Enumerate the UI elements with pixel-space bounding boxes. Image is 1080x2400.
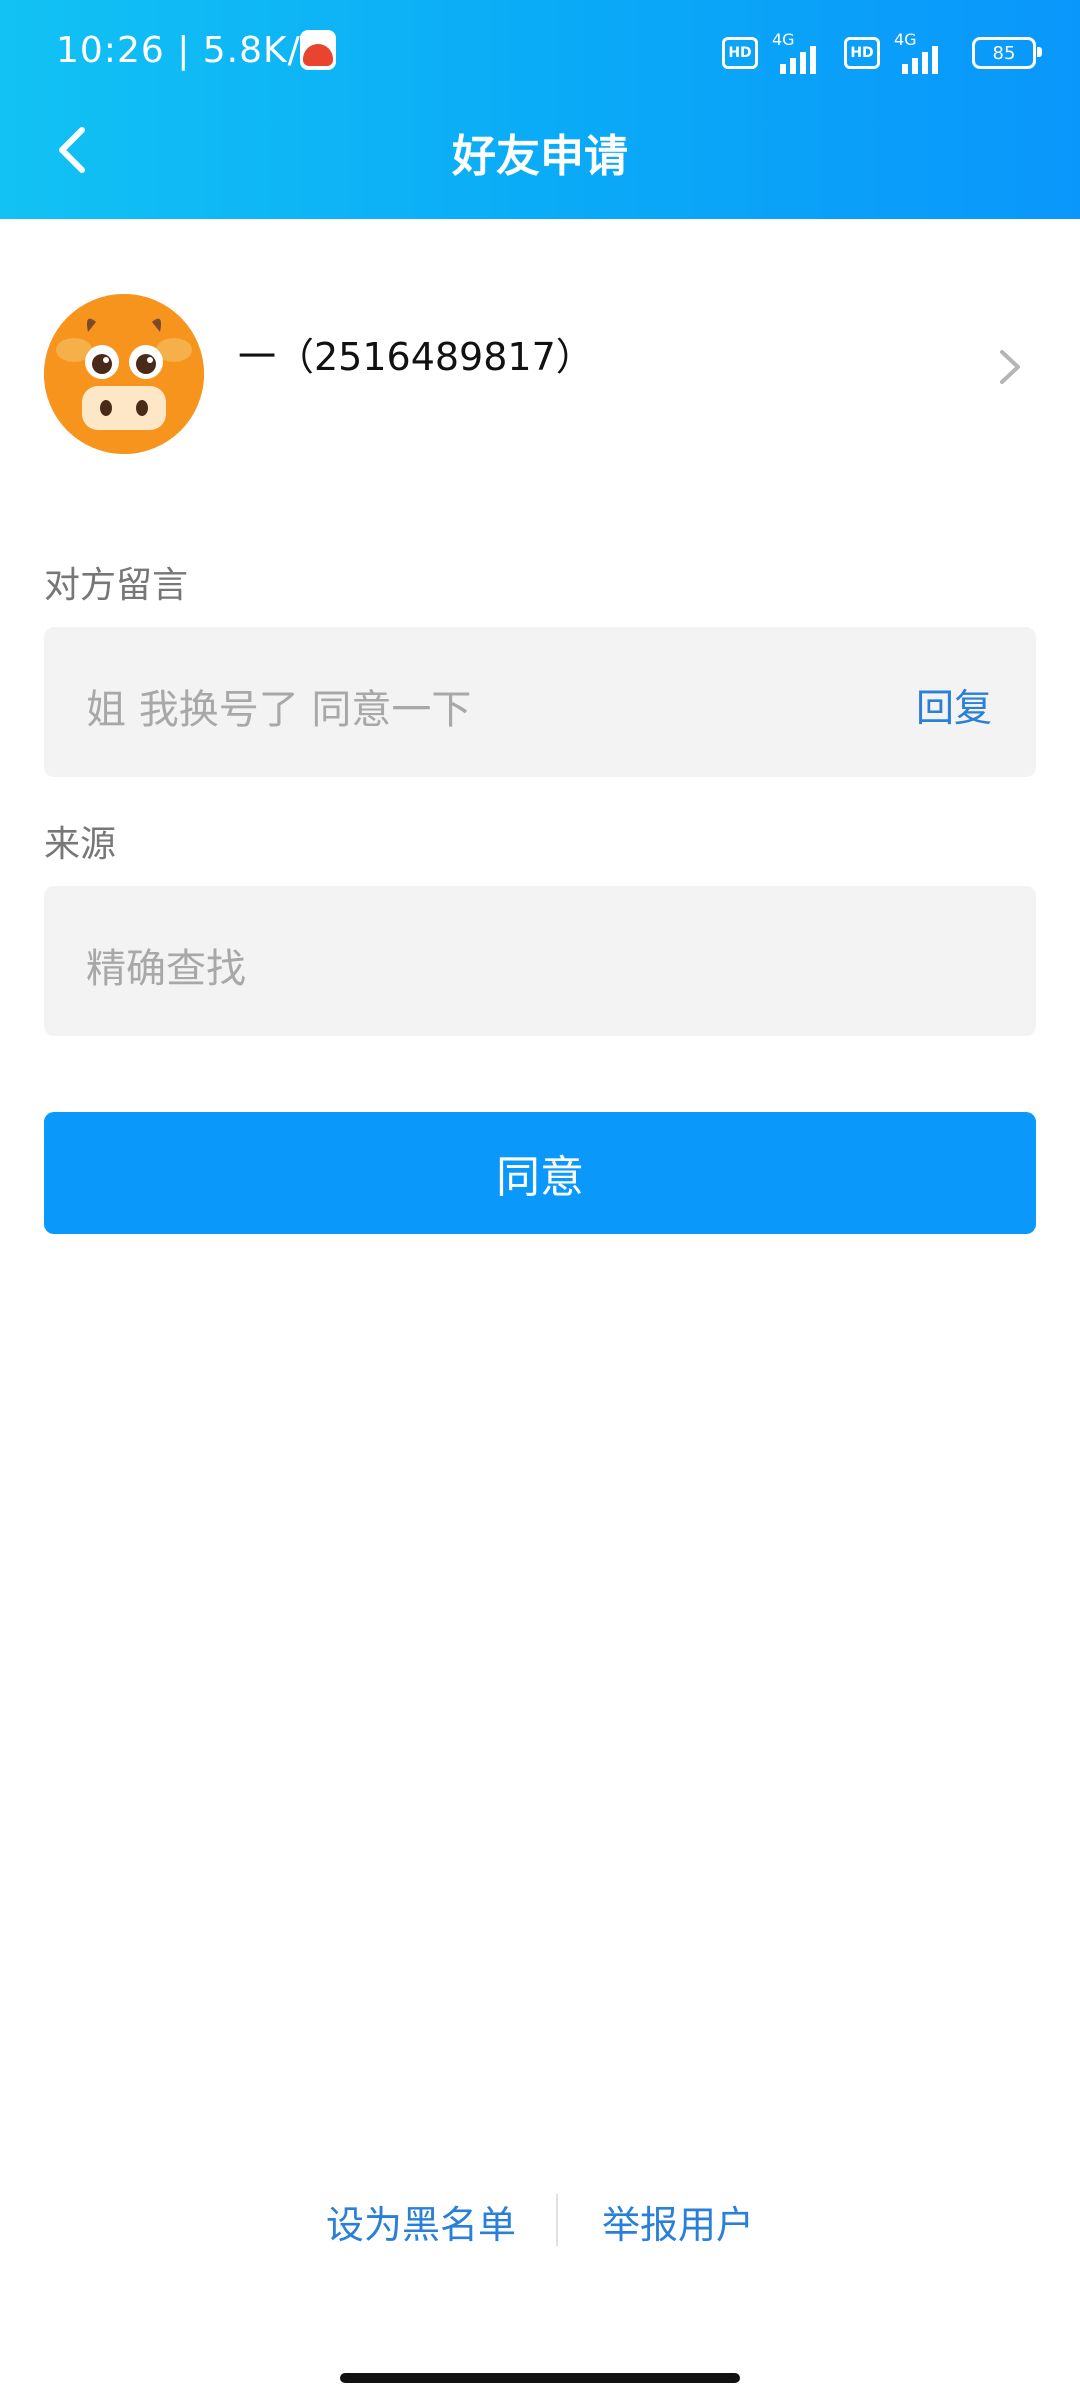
agree-button[interactable]: 同意 <box>44 1112 1036 1234</box>
link-divider <box>556 2194 558 2246</box>
profile-name: 一（2516489817） <box>238 335 594 379</box>
signal-icon: 4G <box>766 30 836 76</box>
chevron-right-icon <box>1000 350 1020 384</box>
cow-avatar-icon <box>44 294 204 454</box>
source-label: 来源 <box>44 824 117 865</box>
message-text: 姐 我换号了 同意一下 <box>86 687 472 733</box>
notification-app-icon <box>300 30 336 70</box>
message-label: 对方留言 <box>44 565 189 606</box>
reply-button[interactable]: 回复 <box>916 677 992 732</box>
page-title: 好友申请 <box>452 131 628 182</box>
profile-row[interactable]: 一（2516489817） <box>0 262 1080 462</box>
home-indicator[interactable] <box>340 2373 740 2383</box>
source-box: 精确查找 <box>44 886 1036 1036</box>
header-bar: 10:26 | 5.8K/s HD 4G HD 4G 85 好友申请 <box>0 0 1080 219</box>
avatar <box>44 294 204 454</box>
status-time-speed: 10:26 | 5.8K/s <box>56 30 321 71</box>
blacklist-link[interactable]: 设为黑名单 <box>326 2194 516 2249</box>
message-box: 姐 我换号了 同意一下 回复 <box>44 627 1036 777</box>
bottom-actions: 设为黑名单 举报用户 <box>0 2194 1080 2254</box>
hd-icon: HD <box>722 37 758 69</box>
source-text: 精确查找 <box>86 946 246 992</box>
signal-icon: 4G <box>888 30 958 76</box>
status-icons: HD 4G HD 4G 85 <box>722 28 1042 78</box>
hd-icon: HD <box>844 37 880 69</box>
battery-icon: 85 <box>972 37 1042 69</box>
report-user-link[interactable]: 举报用户 <box>602 2194 754 2249</box>
